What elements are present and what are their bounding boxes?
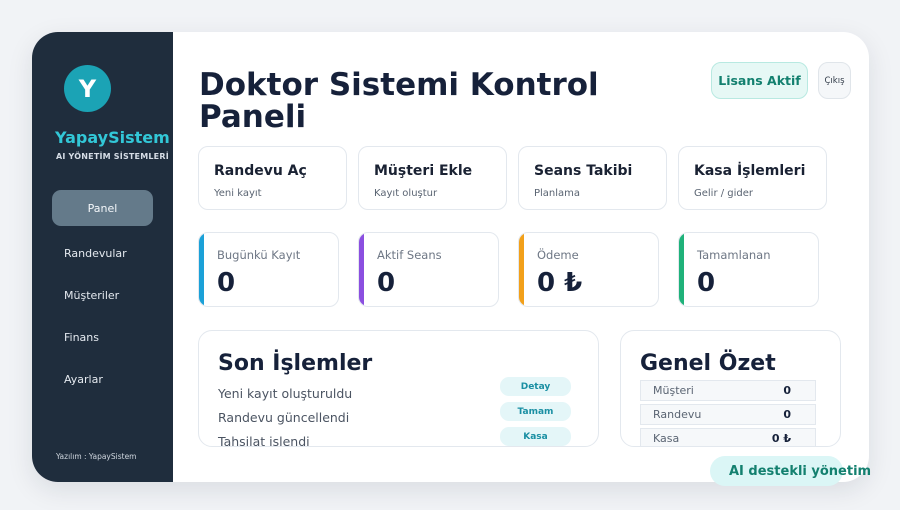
action-card-musteri[interactable]: Müşteri Ekle Kayıt oluştur <box>358 146 507 210</box>
action-subtitle: Yeni kayıt <box>214 188 262 199</box>
ai-management-badge: AI destekli yönetim <box>710 456 871 486</box>
stat-value: 0 ₺ <box>537 268 583 298</box>
sidebar-item-randevular[interactable]: Randevular <box>52 235 153 271</box>
activity-tag-button[interactable]: Kasa <box>500 427 571 446</box>
summary-value: 0 <box>783 408 791 421</box>
stat-accent-bar <box>359 233 364 306</box>
activity-text: Randevu güncellendi <box>218 410 350 425</box>
summary-key: Kasa <box>653 432 680 445</box>
logout-button[interactable]: Çıkış <box>818 62 851 99</box>
action-title: Kasa İşlemleri <box>694 163 806 179</box>
brand-subtitle: AI YÖNETİM SİSTEMLERİ <box>56 152 169 161</box>
summary-title: Genel Özet <box>640 351 776 376</box>
sidebar-item-musteriler[interactable]: Müşteriler <box>52 277 153 313</box>
recent-title: Son İşlemler <box>218 351 373 376</box>
action-card-kasa[interactable]: Kasa İşlemleri Gelir / gider <box>678 146 827 210</box>
action-title: Müşteri Ekle <box>374 163 473 179</box>
activity-tag-button[interactable]: Detay <box>500 377 571 396</box>
sidebar-item-panel[interactable]: Panel <box>52 190 153 226</box>
summary-value: 0 <box>783 384 791 397</box>
stat-value: 0 <box>697 268 716 298</box>
logo: Y <box>64 65 111 112</box>
summary-panel: Genel Özet Müşteri 0 Randevu 0 Kasa 0 ₺ <box>620 330 841 447</box>
app-window: Y YapaySistem AI YÖNETİM SİSTEMLERİ Pane… <box>32 32 869 482</box>
stat-label: Aktif Seans <box>377 248 442 262</box>
stat-value: 0 <box>217 268 236 298</box>
summary-key: Randevu <box>653 408 702 421</box>
summary-value: 0 ₺ <box>771 432 791 445</box>
stat-accent-bar <box>519 233 524 306</box>
action-title: Randevu Aç <box>214 163 307 179</box>
license-badge[interactable]: Lisans Aktif <box>711 62 808 99</box>
action-subtitle: Kayıt oluştur <box>374 188 438 199</box>
stat-card-tamamlanan: Tamamlanan 0 <box>678 232 819 307</box>
summary-row: Randevu 0 <box>640 404 816 425</box>
summary-key: Müşteri <box>653 384 694 397</box>
action-card-randevu[interactable]: Randevu Aç Yeni kayıt <box>198 146 347 210</box>
stat-label: Bugünkü Kayıt <box>217 248 301 262</box>
activity-text: Tahsilat işlendi <box>218 434 310 447</box>
recent-activity-panel: Son İşlemler Yeni kayıt oluşturuldu Deta… <box>198 330 599 447</box>
page-title: Doktor Sistemi Kontrol Paneli <box>199 67 599 135</box>
sidebar-item-finans[interactable]: Finans <box>52 319 153 355</box>
sidebar-item-ayarlar[interactable]: Ayarlar <box>52 361 153 397</box>
sidebar: Y YapaySistem AI YÖNETİM SİSTEMLERİ Pane… <box>32 32 173 482</box>
stat-card-aktif-seans: Aktif Seans 0 <box>358 232 499 307</box>
activity-tag-button[interactable]: Tamam <box>500 402 571 421</box>
stat-label: Ödeme <box>537 248 579 262</box>
action-card-seans[interactable]: Seans Takibi Planlama <box>518 146 667 210</box>
summary-row: Müşteri 0 <box>640 380 816 401</box>
stat-card-odeme: Ödeme 0 ₺ <box>518 232 659 307</box>
stat-value: 0 <box>377 268 396 298</box>
activity-text: Yeni kayıt oluşturuldu <box>218 386 353 401</box>
brand-name: YapaySistem <box>55 128 170 147</box>
stat-accent-bar <box>199 233 204 306</box>
action-title: Seans Takibi <box>534 163 633 179</box>
stat-card-bugunku-kayit: Bugünkü Kayıt 0 <box>198 232 339 307</box>
action-subtitle: Gelir / gider <box>694 188 754 199</box>
stat-accent-bar <box>679 233 684 306</box>
stat-label: Tamamlanan <box>697 248 771 262</box>
summary-row: Kasa 0 ₺ <box>640 428 816 446</box>
credit-text: Yazılım : YapaySistem <box>56 452 137 461</box>
action-subtitle: Planlama <box>534 188 581 199</box>
